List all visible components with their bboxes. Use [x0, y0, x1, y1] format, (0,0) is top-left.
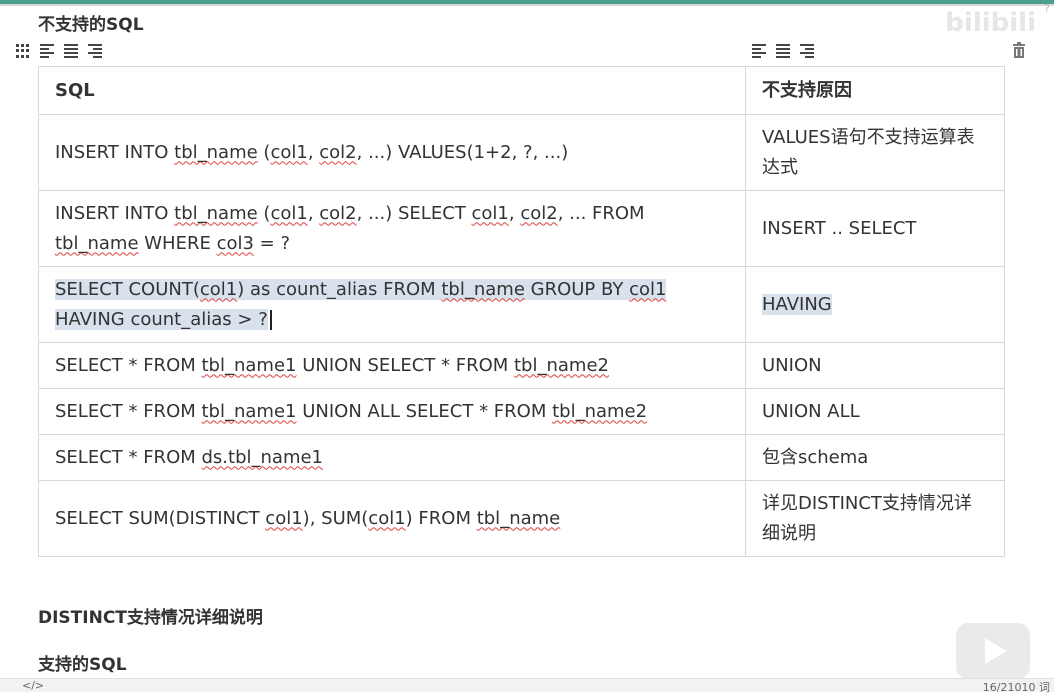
table-toolbar-left — [16, 44, 102, 58]
spellcheck-word: tbl_name1 — [201, 354, 297, 376]
sql-text: SELECT COUNT(col1) as count_alias FROM t… — [55, 278, 667, 330]
spellcheck-word: tbl_name — [476, 507, 561, 529]
spellcheck-word: tbl_name2 — [514, 354, 609, 376]
heading-unsupported-sql: 不支持的SQL — [38, 15, 144, 35]
sql-cell[interactable]: SELECT COUNT(col1) as count_alias FROM t… — [38, 266, 746, 343]
sql-text: SELECT SUM(DISTINCT col1), SUM(col1) FRO… — [55, 507, 561, 529]
reason-cell[interactable]: 包含schema — [745, 434, 1005, 481]
sql-text: SELECT * FROM tbl_name1 UNION ALL SELECT… — [55, 400, 648, 422]
heading-supported-sql: 支持的SQL — [38, 655, 127, 675]
spellcheck-word: col1 — [265, 507, 303, 529]
sql-cell[interactable]: SELECT * FROM tbl_name1 UNION SELECT * F… — [38, 342, 746, 389]
help-icon[interactable]: ? — [1044, 2, 1050, 15]
reason-cell[interactable]: HAVING — [745, 266, 1005, 343]
reason-cell[interactable]: UNION ALL — [745, 388, 1005, 435]
sql-cell[interactable]: SELECT * FROM tbl_name1 UNION ALL SELECT… — [38, 388, 746, 435]
reason-text: INSERT .. SELECT — [762, 217, 917, 239]
align-left-icon[interactable] — [752, 44, 766, 58]
video-play-button[interactable] — [956, 623, 1030, 679]
reason-cell[interactable]: VALUES语句不支持运算表达式 — [745, 114, 1005, 191]
reason-text: UNION — [762, 354, 822, 376]
table-row: SELECT * FROM ds.tbl_name1 包含schema — [38, 434, 1005, 481]
table-row: SELECT * FROM tbl_name1 UNION ALL SELECT… — [38, 388, 1005, 435]
sql-cell[interactable]: INSERT INTO tbl_name (col1, col2, ...) V… — [38, 114, 746, 191]
spellcheck-word: col1 — [270, 141, 308, 163]
table-header-row: SQL 不支持原因 — [38, 66, 1005, 115]
table-row: INSERT INTO tbl_name (col1, col2, ...) V… — [38, 114, 1005, 191]
source-code-toggle[interactable]: </> — [22, 679, 44, 692]
align-center-icon[interactable] — [64, 44, 78, 58]
sql-text: INSERT INTO tbl_name (col1, col2, ...) S… — [55, 202, 645, 254]
sql-text: INSERT INTO tbl_name (col1, col2, ...) V… — [55, 141, 569, 163]
bilibili-watermark: bilibili — [945, 8, 1036, 38]
spellcheck-word: tbl_name — [174, 141, 258, 163]
sql-text: SELECT * FROM ds.tbl_name1 — [55, 446, 324, 468]
reason-text: HAVING — [762, 293, 832, 315]
sql-text: SELECT * FROM tbl_name1 UNION SELECT * F… — [55, 354, 609, 376]
sql-cell[interactable]: SELECT * FROM ds.tbl_name1 — [38, 434, 746, 481]
table-grid-icon[interactable] — [16, 44, 30, 58]
spellcheck-word: col1 — [270, 202, 308, 224]
table-row: INSERT INTO tbl_name (col1, col2, ...) S… — [38, 190, 1005, 267]
table-row: SELECT * FROM tbl_name1 UNION SELECT * F… — [38, 342, 1005, 389]
unsupported-sql-table: SQL 不支持原因 INSERT INTO tbl_name (col1, co… — [38, 66, 1005, 557]
spellcheck-word: col1 — [471, 202, 509, 224]
heading-distinct-details: DISTINCT支持情况详细说明 — [38, 608, 263, 628]
align-center-icon[interactable] — [776, 44, 790, 58]
spellcheck-word: tbl_name1 — [201, 400, 297, 422]
top-divider — [0, 4, 1054, 6]
status-bar — [0, 678, 1054, 692]
text-cursor-icon — [269, 309, 272, 330]
reason-cell[interactable]: 详见DISTINCT支持情况详细说明 — [745, 480, 1005, 557]
sql-cell[interactable]: SELECT SUM(DISTINCT col1), SUM(col1) FRO… — [38, 480, 746, 557]
spellcheck-word: col1 — [629, 278, 667, 300]
reason-text: UNION ALL — [762, 400, 860, 422]
spellcheck-word: col2 — [319, 202, 357, 224]
spellcheck-word: col3 — [216, 232, 254, 254]
reason-text: 详见DISTINCT支持情况详细说明 — [762, 492, 972, 544]
spellcheck-word: tbl_name — [174, 202, 258, 224]
spellcheck-word: tbl_name — [441, 278, 525, 300]
align-left-icon[interactable] — [40, 44, 54, 58]
delete-table-icon[interactable] — [1012, 42, 1026, 58]
spellcheck-word: tbl_name — [55, 232, 139, 254]
table-row: SELECT SUM(DISTINCT col1), SUM(col1) FRO… — [38, 480, 1005, 557]
reason-text: VALUES语句不支持运算表达式 — [762, 126, 975, 178]
reason-cell[interactable]: INSERT .. SELECT — [745, 190, 1005, 267]
align-right-icon[interactable] — [88, 44, 102, 58]
sql-cell[interactable]: INSERT INTO tbl_name (col1, col2, ...) S… — [38, 190, 746, 267]
column-header-reason: 不支持原因 — [745, 66, 1005, 115]
column-header-sql: SQL — [38, 66, 746, 115]
spellcheck-word: ds.tbl_name1 — [201, 446, 324, 468]
table-row: SELECT COUNT(col1) as count_alias FROM t… — [38, 266, 1005, 343]
align-right-icon[interactable] — [800, 44, 814, 58]
spellcheck-word: col1 — [199, 278, 238, 300]
spellcheck-word: col1 — [368, 507, 406, 529]
spellcheck-word: col2 — [520, 202, 558, 224]
reason-text: 包含schema — [762, 446, 869, 468]
reason-cell[interactable]: UNION — [745, 342, 1005, 389]
spellcheck-word: tbl_name2 — [552, 400, 648, 422]
spellcheck-word: col2 — [319, 141, 357, 163]
table-toolbar-right — [752, 44, 814, 58]
word-count: 16/21010 词 — [982, 681, 1050, 694]
